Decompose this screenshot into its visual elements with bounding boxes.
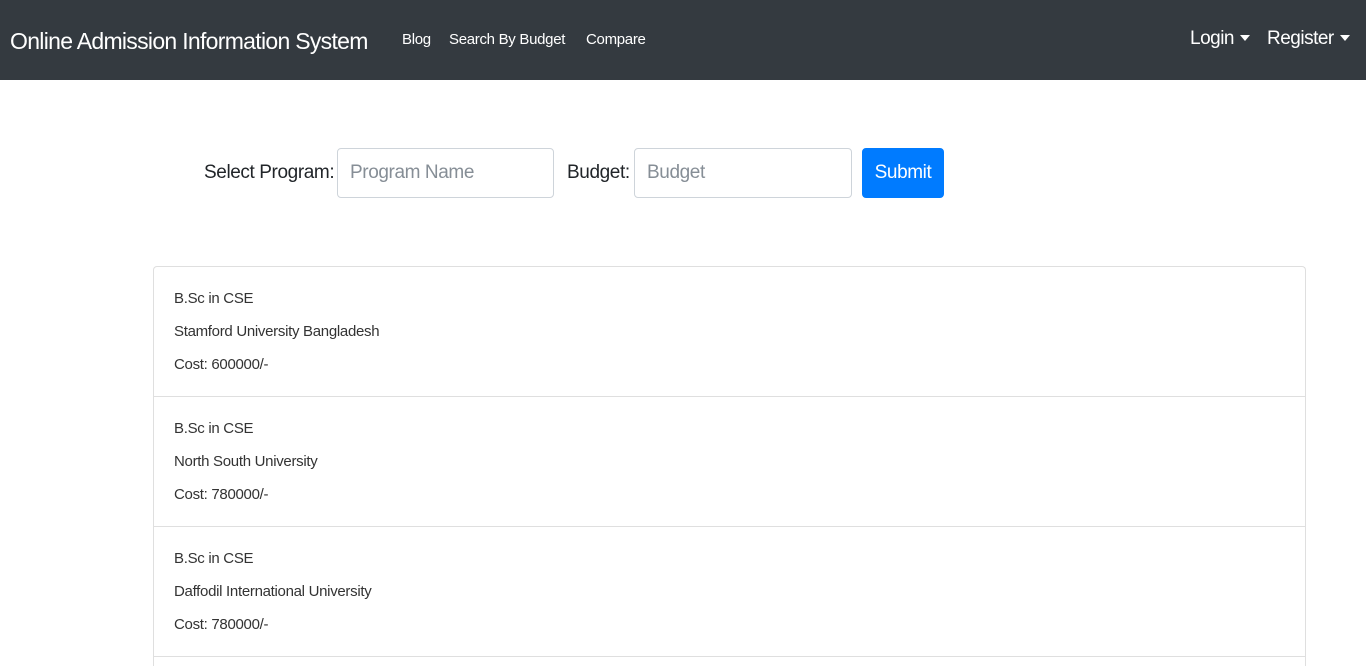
- university-name: Daffodil International University: [174, 583, 372, 600]
- list-item[interactable]: B.Sc in CSE Daffodil International Unive…: [154, 527, 1305, 657]
- program-name-input[interactable]: [337, 148, 554, 198]
- university-name: North South University: [174, 453, 318, 470]
- login-dropdown[interactable]: Login: [1190, 27, 1250, 51]
- program-name: B.Sc in CSE: [174, 550, 254, 567]
- university-name: Stamford University Bangladesh: [174, 323, 380, 340]
- program-label: Select Program:: [204, 162, 335, 183]
- results-list: B.Sc in CSE Stamford University Banglade…: [153, 266, 1306, 666]
- nav-link-search-by-budget[interactable]: Search By Budget: [449, 31, 565, 49]
- list-item[interactable]: B.Sc in CSE North South University Cost:…: [154, 397, 1305, 527]
- caret-down-icon: [1339, 35, 1350, 41]
- program-name: B.Sc in CSE: [174, 290, 254, 307]
- register-dropdown[interactable]: Register: [1267, 27, 1350, 51]
- cost-text: Cost: 780000/-: [174, 616, 269, 633]
- nav-link-compare[interactable]: Compare: [586, 31, 646, 49]
- brand-link[interactable]: Online Admission Information System: [10, 27, 368, 55]
- cost-text: Cost: 600000/-: [174, 356, 269, 373]
- cost-text: Cost: 780000/-: [174, 486, 269, 503]
- top-navbar: Online Admission Information System Blog…: [0, 0, 1366, 80]
- budget-input[interactable]: [634, 148, 852, 198]
- caret-down-icon: [1240, 35, 1250, 41]
- nav-link-blog[interactable]: Blog: [402, 31, 431, 49]
- budget-label: Budget:: [567, 162, 630, 183]
- login-label: Login: [1190, 28, 1235, 49]
- program-name: B.Sc in CSE: [174, 420, 254, 437]
- register-label: Register: [1267, 28, 1334, 49]
- submit-button[interactable]: Submit: [862, 148, 944, 198]
- list-item[interactable]: B.Sc in CSE Stamford University Banglade…: [154, 267, 1305, 397]
